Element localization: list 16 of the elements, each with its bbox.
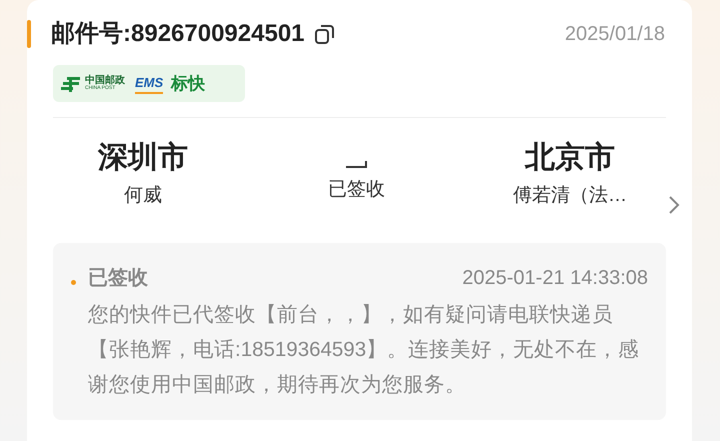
event-description: 您的快件已代签收【前台，，】，如有疑问请电联快递员【张艳辉，电话:18519364593】。连接美好，无处不在，感谢您使用中国邮政，期待再次为您服务。: [88, 302, 640, 398]
tracking-number: 邮件号:8926700924501: [51, 19, 305, 49]
shipment-status: 已签收: [328, 178, 385, 202]
event-status: 已签收: [88, 266, 148, 291]
logo-text: 中国邮政: [85, 76, 125, 86]
chevron-right-icon[interactable]: [668, 195, 680, 215]
service-label: 标快: [171, 72, 206, 95]
ems-logo: EMS: [135, 72, 164, 94]
origin-city: 深圳市: [98, 140, 188, 176]
sender-name: 何威: [124, 184, 162, 208]
destination-city: 北京市: [525, 140, 615, 176]
event-time: 2025-01-21 14:33:08: [462, 266, 648, 291]
recipient-name: 傅若清（法…: [513, 184, 627, 208]
post-logo-icon: [61, 76, 81, 92]
date: 2025/01/18: [564, 22, 665, 47]
copy-icon[interactable]: [312, 22, 337, 46]
